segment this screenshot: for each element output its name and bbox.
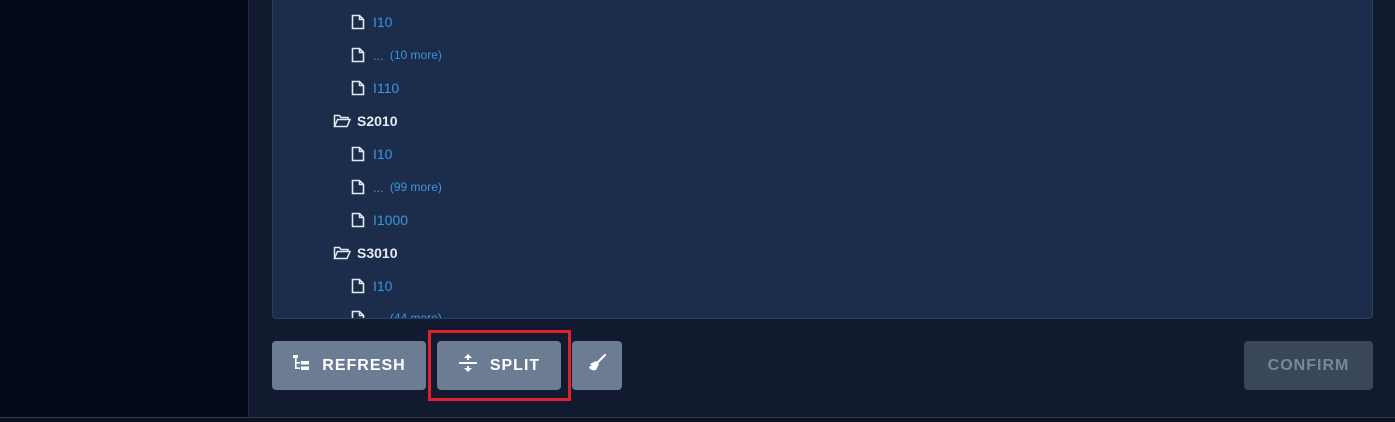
tree-panel[interactable]: I10 ... (10 more) I110 S2010 I10 ... (99… bbox=[272, 0, 1373, 319]
file-icon bbox=[351, 310, 365, 318]
refresh-button-label: REFRESH bbox=[322, 356, 406, 374]
tree-item-folder[interactable]: S3010 bbox=[333, 243, 397, 263]
more-count: (10 more) bbox=[389, 48, 442, 62]
tree-item-label: I1000 bbox=[373, 212, 409, 228]
split-vertical-icon bbox=[458, 353, 478, 378]
tree-folder-label: S3010 bbox=[357, 245, 398, 261]
clean-button[interactable] bbox=[572, 341, 622, 390]
tree-item-file[interactable]: I10 bbox=[351, 276, 392, 296]
tree-item-label: ... bbox=[373, 310, 384, 319]
more-count: (44 more) bbox=[389, 311, 442, 319]
file-icon bbox=[351, 146, 365, 162]
tree-structure-icon bbox=[292, 354, 310, 377]
tree-item-more[interactable]: ... (44 more) bbox=[351, 308, 442, 319]
more-count: (99 more) bbox=[389, 180, 442, 194]
tree-item-more[interactable]: ... (10 more) bbox=[351, 45, 442, 65]
bottom-border bbox=[0, 417, 1395, 422]
folder-open-icon bbox=[333, 114, 352, 128]
tree-item-folder[interactable]: S2010 bbox=[333, 111, 397, 131]
refresh-button[interactable]: REFRESH bbox=[272, 341, 426, 390]
broom-icon bbox=[587, 353, 607, 378]
tree-item-label: I10 bbox=[373, 14, 393, 30]
folder-open-icon bbox=[333, 246, 352, 260]
tree-item-file[interactable]: I110 bbox=[351, 78, 399, 98]
tree-item-label: ... bbox=[373, 47, 384, 63]
tree-item-file[interactable]: I10 bbox=[351, 12, 392, 32]
confirm-button-label: CONFIRM bbox=[1267, 356, 1350, 374]
tree-item-label: I10 bbox=[373, 146, 393, 162]
tree-folder-label: S2010 bbox=[357, 113, 398, 129]
tree-item-label: I110 bbox=[373, 80, 400, 96]
tree-item-label: ... bbox=[373, 179, 384, 195]
file-icon bbox=[351, 80, 365, 96]
left-sidebar bbox=[0, 0, 249, 417]
tree-item-file[interactable]: I10 bbox=[351, 144, 392, 164]
split-button-label: SPLIT bbox=[489, 356, 541, 374]
tree-item-more[interactable]: ... (99 more) bbox=[351, 177, 442, 197]
tree-item-label: I10 bbox=[373, 278, 393, 294]
tree-item-file[interactable]: I1000 bbox=[351, 210, 408, 230]
file-icon bbox=[351, 47, 365, 63]
split-button[interactable]: SPLIT bbox=[437, 341, 561, 390]
file-icon bbox=[351, 14, 365, 30]
file-icon bbox=[351, 212, 365, 228]
file-icon bbox=[351, 278, 365, 294]
file-icon bbox=[351, 179, 365, 195]
confirm-button[interactable]: CONFIRM bbox=[1244, 341, 1373, 390]
